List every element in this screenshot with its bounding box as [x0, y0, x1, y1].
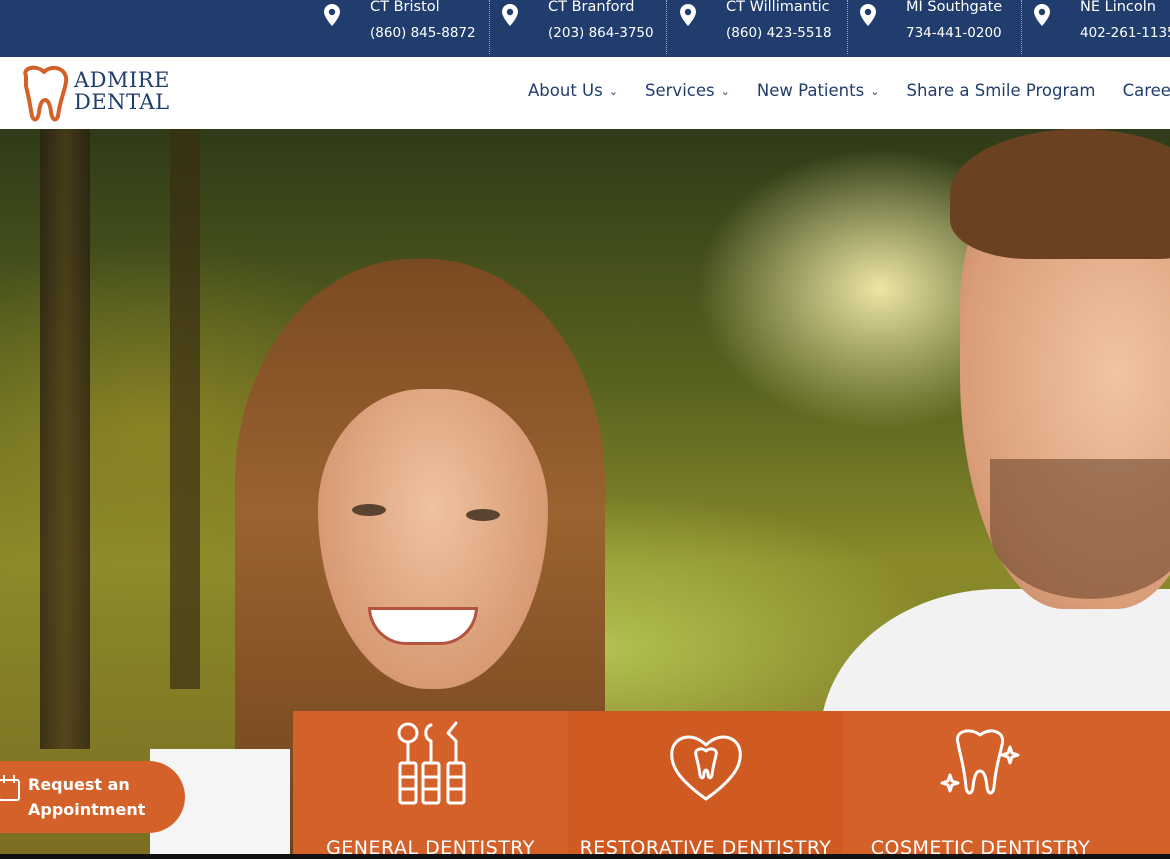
nav-new-patients[interactable]: New Patients ⌄: [757, 81, 880, 100]
nav-label: Share a Smile Program: [906, 81, 1096, 100]
service-label: COSMETIC DENTISTRY: [870, 837, 1091, 854]
logo-word-dental: DENTAL: [74, 90, 170, 114]
man-hair: [950, 129, 1170, 259]
location-phone[interactable]: (860) 423-5518: [726, 25, 832, 41]
site-header: ADMIRE DENTAL About Us ⌄ Services ⌄ New Pa…: [0, 57, 1170, 129]
location-divider: [666, 0, 667, 54]
service-label: GENERAL DENTISTRY: [326, 837, 535, 854]
background-tree: [170, 129, 200, 689]
service-tile-cosmetic[interactable]: COSMETIC DENTISTRY: [843, 711, 1118, 854]
logo-word-admire: ADMIRE: [74, 68, 170, 92]
location-city: CT Willimantic: [726, 0, 830, 15]
appointment-label-line1: Request an: [28, 775, 130, 794]
nav-share-a-smile[interactable]: Share a Smile Program: [907, 81, 1096, 100]
appointment-label-line2: Appointment: [28, 800, 146, 819]
nav-label: Careers: [1122, 81, 1170, 100]
location-phone[interactable]: (860) 845-8872: [370, 25, 476, 41]
heart-tooth-icon: [669, 735, 742, 801]
locations-bar: CT Bristol (860) 845-8872 CT Branford (2…: [0, 0, 1170, 57]
request-appointment-button[interactable]: Request an Appointment: [0, 761, 185, 833]
woman-eye: [352, 504, 386, 516]
chevron-down-icon: ⌄: [608, 85, 618, 98]
calendar-icon: [0, 775, 20, 801]
nav-about-us[interactable]: About Us ⌄: [528, 81, 618, 100]
woman-eye: [466, 509, 500, 521]
nav-label: About Us: [528, 81, 603, 100]
chevron-down-icon: ⌄: [720, 85, 730, 98]
location-city: CT Bristol: [370, 0, 440, 15]
location-phone[interactable]: (203) 864-3750: [548, 25, 654, 41]
nav-services[interactable]: Services ⌄: [645, 81, 730, 100]
location-divider: [489, 0, 490, 54]
service-label: RESTORATIVE DENTISTRY: [579, 837, 832, 854]
location-phone[interactable]: 402-261-1135: [1080, 25, 1170, 41]
location-city: CT Branford: [548, 0, 635, 15]
nav-label: New Patients: [756, 81, 865, 100]
location-divider: [847, 0, 848, 54]
tooth-logo-icon: [23, 65, 69, 122]
location-city: MI Southgate: [906, 0, 1003, 15]
nav-label: Services: [645, 81, 715, 100]
location-phone[interactable]: 734-441-0200: [906, 25, 1002, 41]
location-city: NE Lincoln: [1080, 0, 1156, 15]
map-pin-icon: [680, 4, 696, 26]
admire-dental-logo[interactable]: ADMIRE DENTAL: [18, 64, 178, 124]
chevron-down-icon: ⌄: [870, 85, 880, 98]
location-divider: [1021, 0, 1022, 54]
service-tile-restorative[interactable]: RESTORATIVE DENTISTRY: [568, 711, 843, 854]
dental-tools-icon: [397, 721, 465, 805]
map-pin-icon: [324, 4, 340, 26]
map-pin-icon: [860, 4, 876, 26]
map-pin-icon: [1034, 4, 1050, 26]
service-tile-general[interactable]: GENERAL DENTISTRY: [293, 711, 568, 854]
service-tile-partial[interactable]: [1118, 711, 1170, 854]
map-pin-icon: [502, 4, 518, 26]
main-nav: About Us ⌄ Services ⌄ New Patients ⌄ Share …: [528, 81, 1170, 100]
bottom-strip: [0, 854, 1170, 859]
sparkle-tooth-icon: [940, 729, 1019, 795]
nav-careers[interactable]: Careers: [1123, 81, 1170, 100]
background-tree: [40, 129, 90, 749]
